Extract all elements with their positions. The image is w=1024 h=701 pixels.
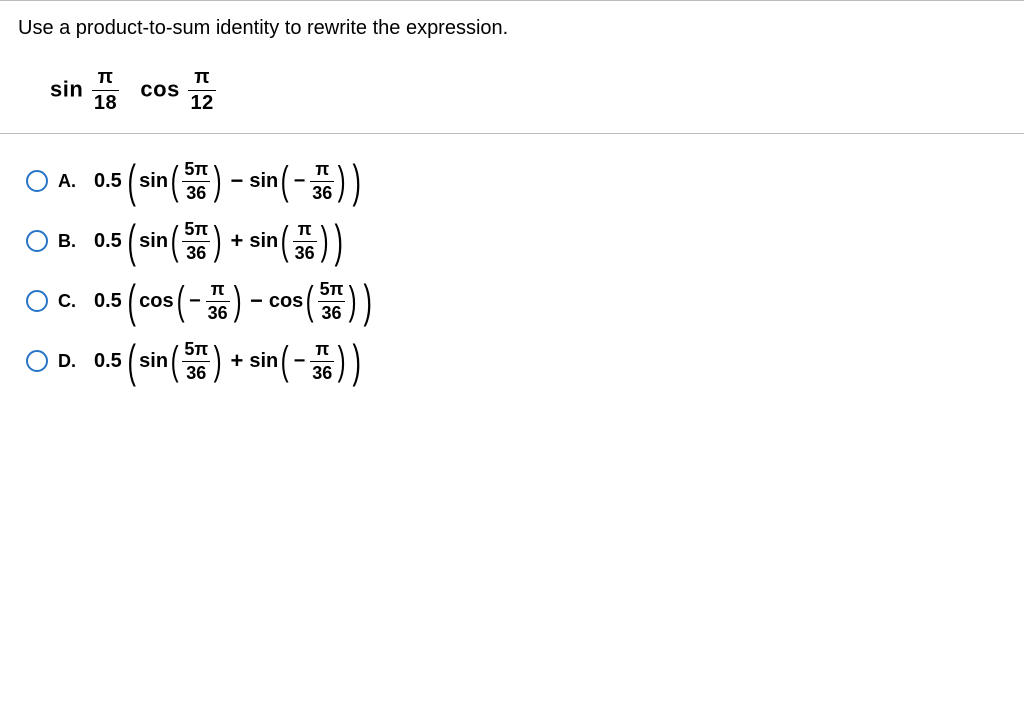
option-c[interactable]: C. 0.5 ( cos ( − π 36 ) − cos ( 5π <box>26 278 1024 324</box>
option-label-b: B. <box>58 231 84 252</box>
frac-pi-18: π 18 <box>92 66 119 115</box>
option-b[interactable]: B. 0.5 ( sin ( 5π 36 ) + sin ( π 36 <box>26 218 1024 264</box>
question-expression: sin π 18 cos π 12 <box>0 54 1024 133</box>
option-expr-c: 0.5 ( cos ( − π 36 ) − cos ( 5π 36 <box>94 278 375 324</box>
fn-cos: cos <box>140 76 179 101</box>
option-label-a: A. <box>58 171 84 192</box>
option-expr-a: 0.5 ( sin ( 5π 36 ) − sin ( − π 36 <box>94 158 364 204</box>
fn-sin: sin <box>50 76 83 101</box>
question-container: Use a product-to-sum identity to rewrite… <box>0 0 1024 384</box>
option-label-d: D. <box>58 351 84 372</box>
radio-a[interactable] <box>26 170 48 192</box>
radio-c[interactable] <box>26 290 48 312</box>
frac-pi-12: π 12 <box>188 66 215 115</box>
option-expr-b: 0.5 ( sin ( 5π 36 ) + sin ( π 36 ) <box>94 218 346 264</box>
options-list: A. 0.5 ( sin ( 5π 36 ) − sin ( − π <box>0 134 1024 384</box>
option-d[interactable]: D. 0.5 ( sin ( 5π 36 ) + sin ( − π <box>26 338 1024 384</box>
radio-d[interactable] <box>26 350 48 372</box>
radio-b[interactable] <box>26 230 48 252</box>
question-prompt: Use a product-to-sum identity to rewrite… <box>0 1 1024 54</box>
option-expr-d: 0.5 ( sin ( 5π 36 ) + sin ( − π 36 <box>94 338 364 384</box>
option-a[interactable]: A. 0.5 ( sin ( 5π 36 ) − sin ( − π <box>26 158 1024 204</box>
option-label-c: C. <box>58 291 84 312</box>
